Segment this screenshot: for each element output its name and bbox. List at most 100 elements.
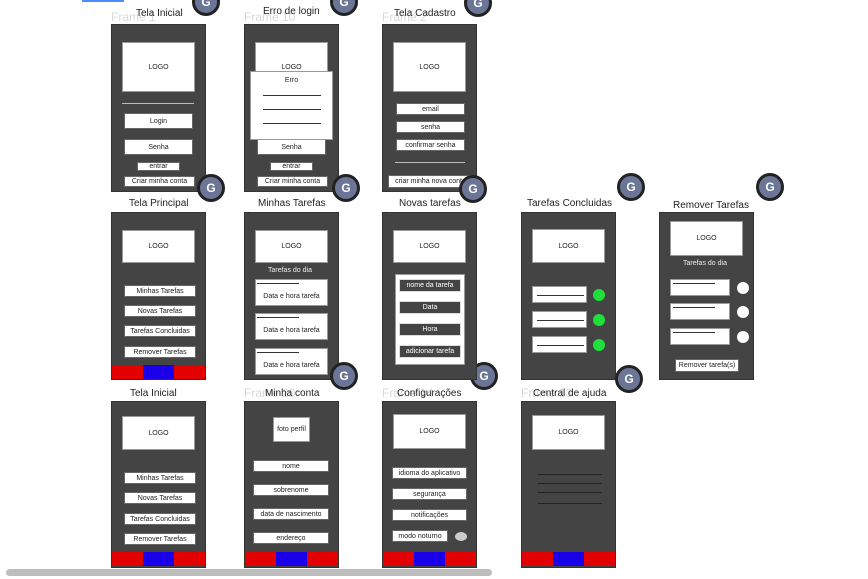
screen-novas-tarefas[interactable]: LOGO nome da tarefa Data Hora adicionar … <box>382 212 477 380</box>
remove-tasks-button[interactable]: Remover Tarefas <box>124 346 196 358</box>
bottom-nav-bar[interactable] <box>245 552 338 566</box>
screen-minhas-tarefas[interactable]: LOGO Tarefas do dia Data e hora tarefa D… <box>244 212 339 380</box>
password-field[interactable]: Senha <box>257 139 326 155</box>
frame-title[interactable]: Erro de login <box>263 6 320 17</box>
bottom-nav-bar[interactable] <box>522 552 615 566</box>
completed-tasks-button[interactable]: Tarefas Concluidas <box>124 325 196 337</box>
birth-date-field[interactable]: data de nascimento <box>253 508 329 520</box>
frame-title[interactable]: Minhas Tarefas <box>258 198 326 209</box>
nav-tab-left[interactable] <box>383 552 414 566</box>
screen-tela-inicial-2[interactable]: LOGO Minhas Tarefas Novas Tarefas Tarefa… <box>111 401 206 568</box>
g-badge-icon[interactable]: G <box>192 0 220 16</box>
my-tasks-button[interactable]: Minhas Tarefas <box>124 472 196 484</box>
profile-photo[interactable]: foto perfil <box>273 417 310 442</box>
screen-remover-tarefas[interactable]: LOGO Tarefas do dia Remover tarefa(s) <box>659 212 754 380</box>
g-badge-icon[interactable]: G <box>756 173 784 201</box>
g-badge-icon[interactable]: G <box>459 175 487 203</box>
nav-tab-right[interactable] <box>445 552 476 566</box>
nav-tab-home[interactable] <box>276 552 307 566</box>
g-badge-icon[interactable]: G <box>332 174 360 202</box>
completed-tasks-button[interactable]: Tarefas Concluidas <box>124 513 196 525</box>
bottom-nav-bar[interactable] <box>383 552 476 566</box>
screen-configuracoes[interactable]: LOGO idioma do aplicativo segurança noti… <box>382 401 477 568</box>
password-field[interactable]: Senha <box>124 139 193 155</box>
screen-minha-conta[interactable]: foto perfil nome sobrenome data de nasci… <box>244 401 339 568</box>
time-field[interactable]: Hora <box>399 323 461 336</box>
remove-tasks-button[interactable]: Remover Tarefas <box>124 533 196 545</box>
removable-task-card[interactable] <box>670 328 730 345</box>
nav-tab-home[interactable] <box>143 365 174 379</box>
nav-tab-right[interactable] <box>174 365 205 379</box>
notifications-setting[interactable]: notificações <box>392 509 467 521</box>
completed-task-card[interactable] <box>532 286 587 303</box>
screen-central-ajuda[interactable]: LOGO <box>521 401 616 568</box>
password-field[interactable]: senha <box>396 121 465 133</box>
task-card[interactable]: Data e hora tarefa <box>255 279 328 306</box>
date-field[interactable]: Data <box>399 301 461 314</box>
nav-tab-right[interactable] <box>307 552 338 566</box>
bottom-nav-bar[interactable] <box>112 365 205 379</box>
remove-tasks-submit-button[interactable]: Remover tarefa(s) <box>675 359 739 372</box>
g-badge-icon[interactable]: G <box>197 174 225 202</box>
dark-mode-toggle[interactable] <box>455 532 467 541</box>
email-field[interactable]: email <box>396 103 465 115</box>
screen-tela-cadastro[interactable]: LOGO email senha confirmar senha criar m… <box>382 24 477 192</box>
horizontal-scrollbar[interactable] <box>6 569 492 576</box>
g-badge-icon[interactable]: G <box>464 0 492 17</box>
nav-tab-home[interactable] <box>414 552 445 566</box>
last-name-field[interactable]: sobrenome <box>253 484 329 496</box>
nav-tab-left[interactable] <box>245 552 276 566</box>
frame-title[interactable]: Tela Principal <box>129 198 188 209</box>
create-account-button[interactable]: Criar minha conta <box>124 176 195 187</box>
select-radio[interactable] <box>737 282 749 294</box>
login-field[interactable]: Login <box>124 113 193 129</box>
address-field[interactable]: endereço <box>253 532 329 544</box>
task-card[interactable]: Data e hora tarefa <box>255 348 328 375</box>
language-setting[interactable]: idioma do aplicativo <box>392 467 467 479</box>
g-badge-icon[interactable]: G <box>330 362 358 390</box>
nav-tab-left[interactable] <box>522 552 553 566</box>
screen-tela-inicial[interactable]: LOGO Login Senha entrar Criar minha cont… <box>111 24 206 192</box>
select-radio[interactable] <box>737 331 749 343</box>
first-name-field[interactable]: nome <box>253 460 329 472</box>
screen-tarefas-concluidas[interactable]: LOGO <box>521 212 616 380</box>
select-radio[interactable] <box>737 306 749 318</box>
task-name-field[interactable]: nome da tarefa <box>399 279 461 292</box>
enter-button[interactable]: entrar <box>270 162 313 171</box>
new-tasks-button[interactable]: Novas Tarefas <box>124 492 196 504</box>
nav-tab-right[interactable] <box>584 552 615 566</box>
nav-tab-home[interactable] <box>553 552 584 566</box>
security-setting[interactable]: segurança <box>392 488 467 500</box>
add-task-button[interactable]: adicionar tarefa <box>399 345 461 358</box>
frame-title[interactable]: Remover Tarefas <box>673 200 749 211</box>
screen-tela-principal[interactable]: LOGO Minhas Tarefas Novas Tarefas Tarefa… <box>111 212 206 380</box>
bottom-nav-bar[interactable] <box>112 552 205 566</box>
frame-title[interactable]: Tela Cadastro <box>394 8 456 19</box>
completed-task-card[interactable] <box>532 336 587 353</box>
create-account-button[interactable]: Criar minha conta <box>257 176 328 187</box>
frame-title[interactable]: Minha conta <box>265 388 319 399</box>
new-tasks-button[interactable]: Novas Tarefas <box>124 305 196 317</box>
removable-task-card[interactable] <box>670 303 730 320</box>
dark-mode-setting[interactable]: modo noturno <box>392 530 448 542</box>
my-tasks-button[interactable]: Minhas Tarefas <box>124 285 196 297</box>
frame-title[interactable]: Tela Inicial <box>136 8 183 19</box>
g-badge-icon[interactable]: G <box>615 365 643 393</box>
error-dialog[interactable]: Erro <box>250 71 333 140</box>
frame-title[interactable]: Configurações <box>397 388 461 399</box>
nav-tab-left[interactable] <box>112 365 143 379</box>
completed-task-card[interactable] <box>532 311 587 328</box>
frame-title[interactable]: Novas tarefas <box>399 198 461 209</box>
frame-title[interactable]: Tarefas Concluidas <box>527 198 612 209</box>
nav-tab-right[interactable] <box>174 552 205 566</box>
confirm-password-field[interactable]: confirmar senha <box>396 139 465 151</box>
frame-title[interactable]: Central de ajuda <box>533 388 606 399</box>
frame-title[interactable]: Tela Inicial <box>130 388 177 399</box>
g-badge-icon[interactable]: G <box>330 0 358 16</box>
nav-tab-left[interactable] <box>112 552 143 566</box>
task-card[interactable]: Data e hora tarefa <box>255 313 328 340</box>
nav-tab-home[interactable] <box>143 552 174 566</box>
removable-task-card[interactable] <box>670 279 730 296</box>
new-task-form[interactable]: nome da tarefa Data Hora adicionar taref… <box>395 274 465 365</box>
g-badge-icon[interactable]: G <box>617 173 645 201</box>
